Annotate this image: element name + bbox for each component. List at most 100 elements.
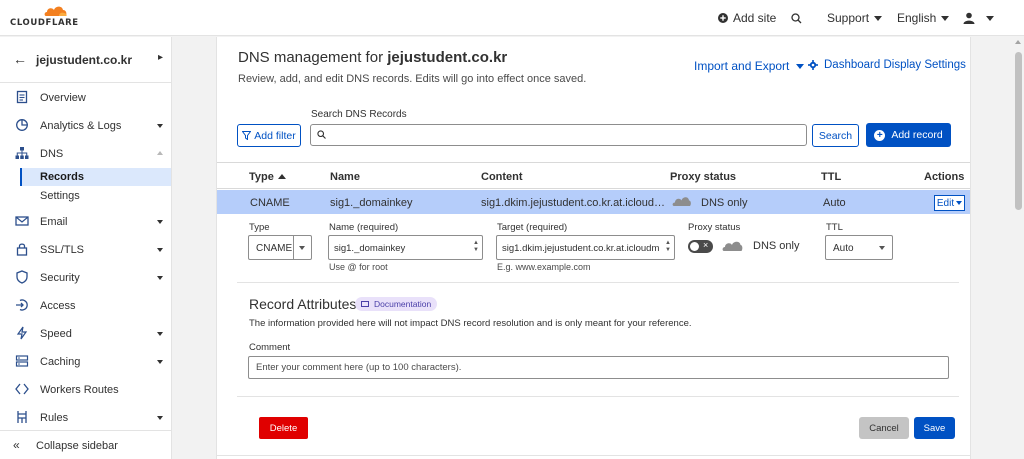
sidebar-item-label: SSL/TLS (40, 244, 85, 256)
import-export-menu[interactable]: Import and Export (694, 59, 805, 73)
comment-field[interactable] (248, 356, 949, 379)
add-site-label: Add site (733, 11, 777, 25)
zone-selector[interactable]: ← jejustudent.co.kr ▸ (0, 37, 172, 83)
sidebar-subitem-settings[interactable]: Settings (20, 187, 171, 205)
support-label: Support (827, 11, 870, 25)
collapse-sidebar-label: Collapse sidebar (36, 440, 118, 452)
chevron-down-icon (874, 15, 883, 21)
language-menu[interactable]: English (897, 0, 950, 36)
scrollbar-thumb[interactable] (1015, 52, 1022, 210)
sidebar-item-workers-routes[interactable]: Workers Routes (0, 377, 171, 403)
shield-icon (16, 270, 28, 284)
add-filter-label: Add filter (254, 129, 296, 142)
column-header-proxy-status[interactable]: Proxy status (670, 171, 736, 183)
collapse-sidebar-button[interactable]: « Collapse sidebar (0, 430, 171, 459)
dashboard-display-settings-link[interactable]: Dashboard Display Settings (808, 59, 966, 71)
cancel-button[interactable]: Cancel (859, 417, 909, 439)
chevron-down-icon (986, 15, 994, 21)
documentation-link[interactable]: Documentation (355, 297, 438, 311)
back-arrow-icon[interactable]: ← (13, 51, 27, 67)
record-name-cell: sig1._domainkey (330, 197, 413, 209)
column-header-content[interactable]: Content (481, 171, 523, 183)
sidebar-item-caching[interactable]: Caching (0, 349, 171, 375)
user-menu[interactable] (963, 0, 994, 36)
sidebar-item-rules[interactable]: Rules (0, 405, 171, 431)
divider (237, 282, 959, 283)
edit-label: Edit (936, 197, 955, 209)
type-label: Type (249, 222, 270, 233)
sidebar-item-security[interactable]: Security (0, 265, 171, 291)
edit-record-button[interactable]: Edit (934, 195, 965, 211)
add-record-label: Add record (891, 129, 943, 141)
column-header-type[interactable]: Type (249, 171, 286, 183)
sidebar-item-analytics[interactable]: Analytics & Logs (0, 113, 171, 139)
top-bar: CLOUDFLARE Add site Support English (0, 0, 1024, 36)
column-header-ttl[interactable]: TTL (821, 171, 841, 183)
ttl-label: TTL (826, 222, 843, 233)
page-title: DNS management for jejustudent.co.kr (238, 49, 507, 66)
record-attributes-description: The information provided here will not i… (249, 318, 692, 329)
gear-icon (808, 60, 818, 70)
sidebar-item-dns[interactable]: DNS (0, 141, 171, 167)
save-button[interactable]: Save (914, 417, 955, 439)
chevron-right-icon: ▸ (158, 52, 164, 63)
chevron-down-icon (157, 360, 163, 364)
sidebar-item-label: DNS (40, 148, 64, 160)
plus-circle-icon (718, 13, 728, 23)
search-button[interactable]: Search (812, 124, 859, 147)
scroll-up-arrow-icon[interactable] (1015, 40, 1021, 44)
chevron-down-icon (157, 276, 163, 280)
cloud-grey-icon (672, 197, 691, 206)
chevron-down-icon (157, 124, 163, 128)
toggle-knob (690, 242, 699, 251)
sidebar-item-speed[interactable]: Speed (0, 321, 171, 347)
logo-text: CLOUDFLARE (10, 18, 79, 28)
sidebar-subitem-label: Records (40, 171, 85, 183)
delete-button[interactable]: Delete (259, 417, 308, 439)
divider (237, 396, 959, 397)
chevron-down-icon (796, 63, 805, 69)
sidebar-item-email[interactable]: Email (0, 209, 171, 235)
add-filter-button[interactable]: Add filter (237, 124, 301, 147)
access-icon (16, 299, 28, 311)
import-export-label: Import and Export (694, 59, 790, 73)
sidebar-subitem-records[interactable]: Records (20, 168, 171, 186)
chevron-down-icon (879, 246, 885, 250)
name-label: Name (required) (329, 222, 399, 233)
divider (217, 455, 970, 456)
page-scrollbar[interactable] (1013, 37, 1024, 459)
cloud-grey-icon (722, 241, 743, 251)
resize-handle-icon: ▲ ▼ (665, 240, 671, 253)
comment-label: Comment (249, 342, 291, 353)
comment-input[interactable] (256, 357, 936, 378)
add-record-button[interactable]: + Add record (866, 123, 951, 147)
chevron-up-icon (157, 151, 163, 155)
record-ttl-cell: Auto (823, 197, 846, 209)
sidebar-item-overview[interactable]: Overview (0, 85, 171, 111)
chevron-down-icon (157, 416, 163, 420)
record-attributes-title: Record Attributes (249, 296, 357, 312)
dashboard-display-settings-label: Dashboard Display Settings (824, 59, 966, 71)
sidebar-item-label: Analytics & Logs (40, 120, 122, 132)
plus-circle-icon: + (874, 129, 886, 141)
user-icon (963, 12, 975, 24)
search-dns-records-input[interactable] (329, 125, 799, 145)
support-menu[interactable]: Support (827, 0, 883, 36)
email-icon (15, 216, 29, 226)
column-header-name[interactable]: Name (330, 171, 360, 183)
record-content-cell: sig1.dkim.jejustudent.co.kr.at.icloud… (481, 197, 666, 209)
search-icon-button[interactable] (791, 0, 807, 36)
proxy-status-toggle[interactable]: × (688, 240, 713, 253)
record-target-input[interactable]: sig1.dkim.jejustudent.co.kr.at.icloudm ▲… (496, 235, 675, 260)
record-type-select[interactable]: CNAME (248, 235, 312, 260)
sidebar-item-access[interactable]: Access (0, 293, 171, 319)
search-dns-records-field[interactable] (310, 124, 807, 146)
ttl-select[interactable]: Auto (825, 235, 893, 260)
add-site-link[interactable]: Add site (718, 0, 776, 36)
table-row[interactable]: CNAME sig1._domainkey sig1.dkim.jejustud… (217, 190, 970, 214)
sidebar-subitem-label: Settings (40, 190, 80, 202)
cloudflare-logo[interactable]: CLOUDFLARE (10, 5, 90, 31)
record-name-input[interactable]: sig1._domainkey ▲ ▼ (328, 235, 483, 260)
search-icon (317, 130, 326, 139)
sidebar-item-ssl-tls[interactable]: SSL/TLS (0, 237, 171, 263)
